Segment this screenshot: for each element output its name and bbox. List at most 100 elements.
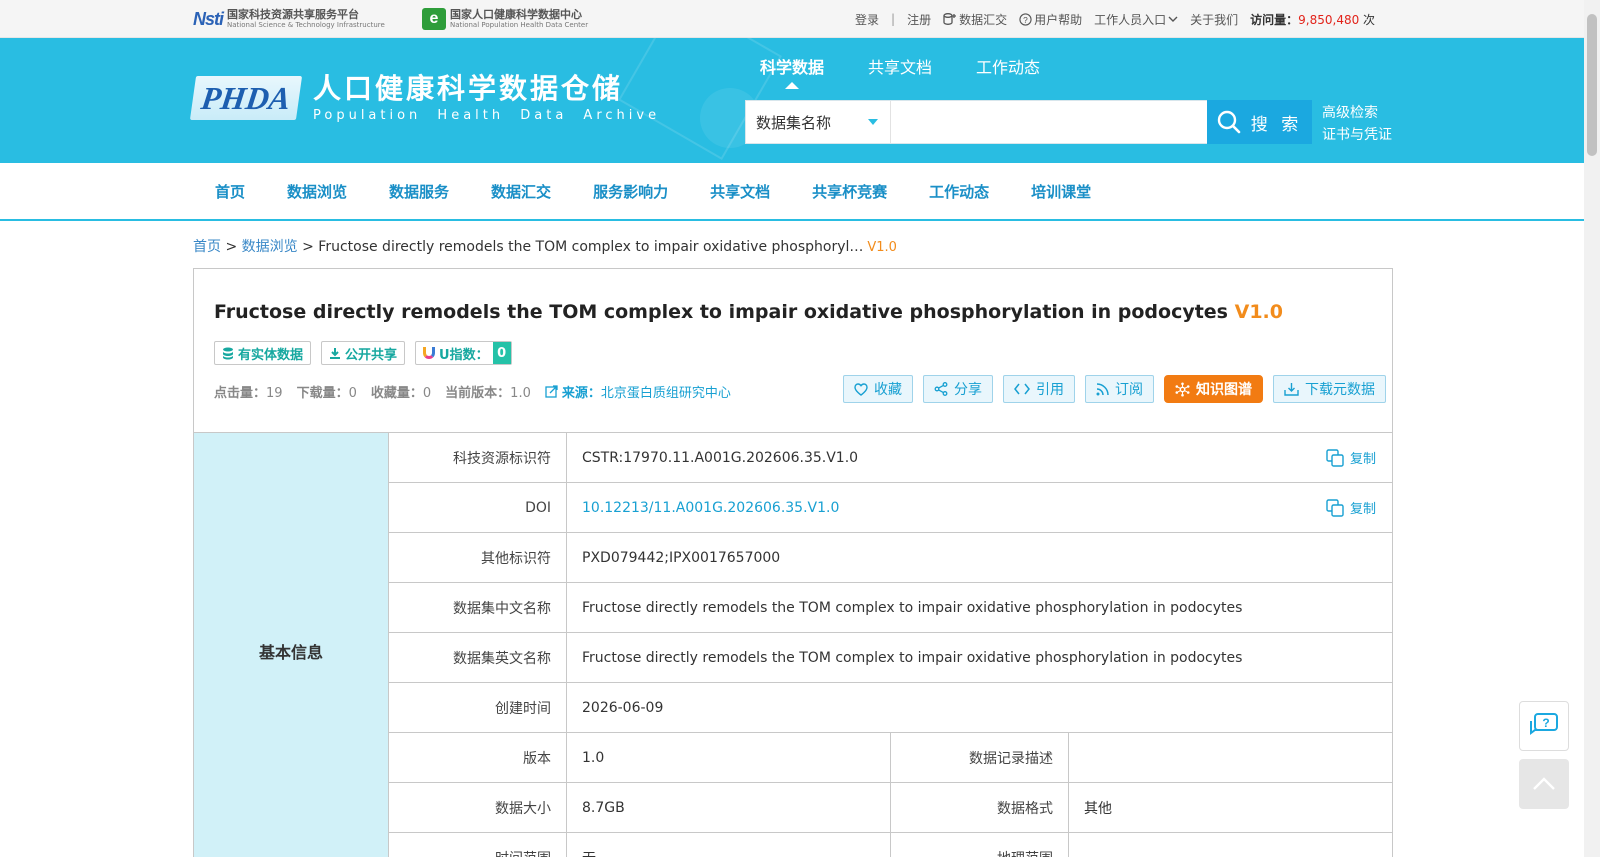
entity-data-badge: 有实体数据 <box>214 341 312 365</box>
dataset-stats: 点击量：19 下载量：0 收藏量：0 当前版本：1.0 来源： 北京蛋白质组研究中… <box>214 382 731 401</box>
nsti-logo-en: National Science & Technology Infrastruc… <box>227 21 385 29</box>
favorite-button-label: 收藏 <box>874 382 902 398</box>
visit-counter: 访问量：9,850,480 次 <box>1250 11 1375 28</box>
phda-logo[interactable]: PHDA 人口健康科学数据仓储 Population Health Data A… <box>189 72 661 123</box>
size-label: 数据大小 <box>389 783 567 832</box>
cite-button-label: 引用 <box>1036 382 1064 398</box>
info-row-cn-name: 数据集中文名称 Fructose directly remodels the T… <box>389 583 1392 633</box>
geo-range-label: 地理范围 <box>891 833 1069 857</box>
banner-nav-shared-docs[interactable]: 共享文档 <box>868 54 932 78</box>
size-value: 8.7GB <box>567 783 891 832</box>
certificate-link[interactable]: 证书与凭证 <box>1322 124 1392 146</box>
database-icon <box>223 347 233 359</box>
breadcrumb-home[interactable]: 首页 <box>193 239 221 255</box>
download-tray-icon <box>1284 383 1299 396</box>
code-icon <box>1014 383 1030 395</box>
nav-service-impact[interactable]: 服务影响力 <box>593 181 668 202</box>
download-metadata-button[interactable]: 下载元数据 <box>1273 375 1386 403</box>
data-submit-link[interactable]: 数据汇交 <box>943 11 1007 28</box>
favorite-count-label: 收藏量： <box>370 386 423 401</box>
dataset-title-version: V1.0 <box>1234 301 1283 323</box>
help-label: 用户帮助 <box>1034 12 1083 27</box>
cite-button[interactable]: 引用 <box>1003 375 1075 403</box>
doi-label: DOI <box>389 483 567 532</box>
caret-down-icon <box>868 119 878 125</box>
data-submit-label: 数据汇交 <box>959 12 1008 27</box>
knowledge-graph-icon <box>1175 382 1190 396</box>
about-link[interactable]: 关于我们 <box>1190 11 1238 28</box>
record-desc-label: 数据记录描述 <box>891 733 1069 782</box>
source-link[interactable]: 来源： 北京蛋白质组研究中心 <box>545 382 731 401</box>
cn-name-value: Fructose directly remodels the TOM compl… <box>582 599 1243 616</box>
page-scrollbar[interactable] <box>1584 0 1600 857</box>
dataset-badges: 有实体数据 公开共享 U指数： 0 <box>214 341 522 365</box>
favorite-button[interactable]: 收藏 <box>843 375 913 403</box>
nav-sharing-cup[interactable]: 共享杯竞赛 <box>812 181 887 202</box>
rss-icon <box>1096 382 1109 395</box>
current-version-value: 1.0 <box>510 386 531 401</box>
phda-title-en: Population Health Data Archive <box>313 108 661 123</box>
record-desc-value <box>1069 733 1392 782</box>
basic-info-heading: 基本信息 <box>194 432 389 857</box>
help-link[interactable]: ? 用户帮助 <box>1019 11 1082 28</box>
cn-name-label: 数据集中文名称 <box>389 583 567 632</box>
format-value: 其他 <box>1084 800 1112 817</box>
copy-doi-label: 复制 <box>1349 502 1376 517</box>
search-button-label: 搜 索 <box>1250 114 1303 135</box>
favorite-count: 收藏量：0 <box>371 382 431 401</box>
visit-counter-value: 9,850,480 <box>1298 12 1360 27</box>
register-link[interactable]: 注册 <box>907 11 931 28</box>
nphdc-logo[interactable]: e 国家人口健康科学数据中心 National Population Healt… <box>422 7 612 31</box>
share-button-label: 分享 <box>954 382 982 398</box>
copy-cstr-label: 复制 <box>1349 452 1376 467</box>
search-button[interactable]: 搜 索 <box>1207 100 1312 144</box>
knowledge-graph-button[interactable]: 知识图谱 <box>1164 375 1263 403</box>
advanced-search-link[interactable]: 高级检索 <box>1322 102 1392 124</box>
open-share-label: 公开共享 <box>345 347 398 363</box>
info-row-time-range: 时间范围 无 地理范围 <box>389 833 1392 857</box>
scrollbar-thumb[interactable] <box>1587 14 1597 156</box>
database-plus-icon <box>943 13 957 25</box>
nav-work-news[interactable]: 工作动态 <box>929 181 989 202</box>
info-row-cstr: 科技资源标识符 CSTR:17970.11.A001G.202606.35.V1… <box>389 433 1392 483</box>
visit-counter-unit: 次 <box>1359 12 1376 27</box>
nav-home[interactable]: 首页 <box>215 181 245 202</box>
banner-nav-work-news[interactable]: 工作动态 <box>976 54 1040 78</box>
nav-training[interactable]: 培训课堂 <box>1031 181 1091 202</box>
download-count: 下载量：0 <box>297 382 357 401</box>
nav-data-browse[interactable]: 数据浏览 <box>287 181 347 202</box>
copy-cstr-button[interactable]: 复制 <box>1326 448 1376 467</box>
chevron-up-icon <box>1533 777 1555 790</box>
source-value: 北京蛋白质组研究中心 <box>600 386 731 401</box>
copy-doi-button[interactable]: 复制 <box>1326 498 1376 517</box>
nsti-logo-cn: 国家科技资源共享服务平台 <box>227 8 360 21</box>
login-link[interactable]: 登录 <box>855 11 879 28</box>
nav-shared-docs[interactable]: 共享文档 <box>710 181 770 202</box>
dataset-actions: 收藏 分享 引用 订阅 知识图谱 下载元数据 <box>843 375 1396 403</box>
heart-icon <box>854 382 868 396</box>
back-to-top-button[interactable] <box>1519 759 1569 809</box>
u-index-icon <box>423 347 436 359</box>
search-scope-value: 数据集名称 <box>756 113 832 132</box>
info-row-size: 数据大小 8.7GB 数据格式 其他 <box>389 783 1392 833</box>
breadcrumb-separator: > <box>221 239 242 255</box>
share-icon <box>934 382 948 396</box>
share-button[interactable]: 分享 <box>923 375 993 403</box>
nsti-logo[interactable]: Nsti 国家科技资源共享服务平台 National Science & Tec… <box>193 7 405 31</box>
search-scope-select[interactable]: 数据集名称 <box>746 101 891 143</box>
staff-entry-link[interactable]: 工作人员入口 <box>1094 11 1178 28</box>
subscribe-button[interactable]: 订阅 <box>1085 375 1154 403</box>
breadcrumb-separator: > <box>297 239 319 255</box>
format-label: 数据格式 <box>891 783 1069 832</box>
download-metadata-label: 下载元数据 <box>1305 382 1375 398</box>
feedback-button[interactable]: ? <box>1519 701 1569 751</box>
chevron-down-icon <box>1168 16 1178 22</box>
doi-link[interactable]: 10.12213/11.A001G.202606.35.V1.0 <box>567 483 1392 532</box>
nav-data-submit[interactable]: 数据汇交 <box>491 181 551 202</box>
staff-entry-label: 工作人员入口 <box>1094 12 1167 27</box>
breadcrumb-browse[interactable]: 数据浏览 <box>242 239 298 255</box>
download-count-value: 0 <box>348 386 357 401</box>
search-icon <box>1217 110 1241 134</box>
nav-data-service[interactable]: 数据服务 <box>389 181 449 202</box>
banner-nav-scientific-data[interactable]: 科学数据 <box>760 54 824 89</box>
